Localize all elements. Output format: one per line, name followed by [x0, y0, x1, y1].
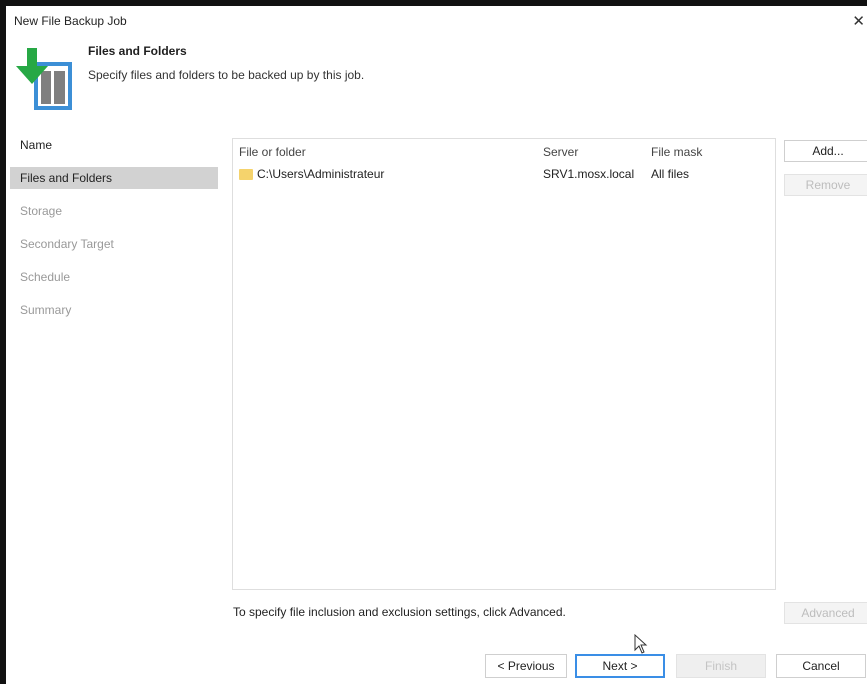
cancel-button[interactable]: Cancel — [776, 654, 866, 678]
mouse-pointer-icon — [634, 634, 648, 654]
previous-button[interactable]: < Previous — [485, 654, 567, 678]
advanced-button[interactable]: Advanced — [784, 602, 867, 624]
file-backup-icon — [16, 48, 72, 110]
nav-step-schedule[interactable]: Schedule — [10, 266, 218, 288]
nav-step-storage[interactable]: Storage — [10, 200, 218, 222]
nav-step-name[interactable]: Name — [10, 134, 218, 156]
row-server: SRV1.mosx.local — [543, 167, 635, 181]
row-file-mask: All files — [651, 167, 690, 181]
list-row[interactable]: C:\Users\Administrateur SRV1.mosx.local … — [233, 165, 775, 183]
nav-step-secondary-target[interactable]: Secondary Target — [10, 233, 218, 255]
dialog-window: New File Backup Job ✕ Files and Folders … — [0, 0, 867, 684]
advanced-hint: To specify file inclusion and exclusion … — [233, 605, 566, 619]
files-list[interactable]: File or folder Server File mask C:\Users… — [232, 138, 776, 590]
nav-step-files-and-folders[interactable]: Files and Folders — [10, 167, 218, 189]
column-header-file-mask[interactable]: File mask — [651, 145, 702, 159]
add-button[interactable]: Add... — [784, 140, 867, 162]
close-icon[interactable]: ✕ — [852, 12, 865, 30]
page-title: Files and Folders — [88, 44, 187, 58]
window-title: New File Backup Job — [14, 14, 127, 28]
column-header-server[interactable]: Server — [543, 145, 578, 159]
folder-icon — [239, 169, 253, 180]
wizard-steps: Name Files and Folders Storage Secondary… — [10, 134, 218, 332]
remove-button[interactable]: Remove — [784, 174, 867, 196]
column-header-file-or-folder[interactable]: File or folder — [239, 145, 306, 159]
page-subtitle: Specify files and folders to be backed u… — [88, 68, 365, 82]
finish-button[interactable]: Finish — [676, 654, 766, 678]
row-path: C:\Users\Administrateur — [257, 167, 385, 181]
nav-step-summary[interactable]: Summary — [10, 299, 218, 321]
next-button[interactable]: Next > — [575, 654, 665, 678]
